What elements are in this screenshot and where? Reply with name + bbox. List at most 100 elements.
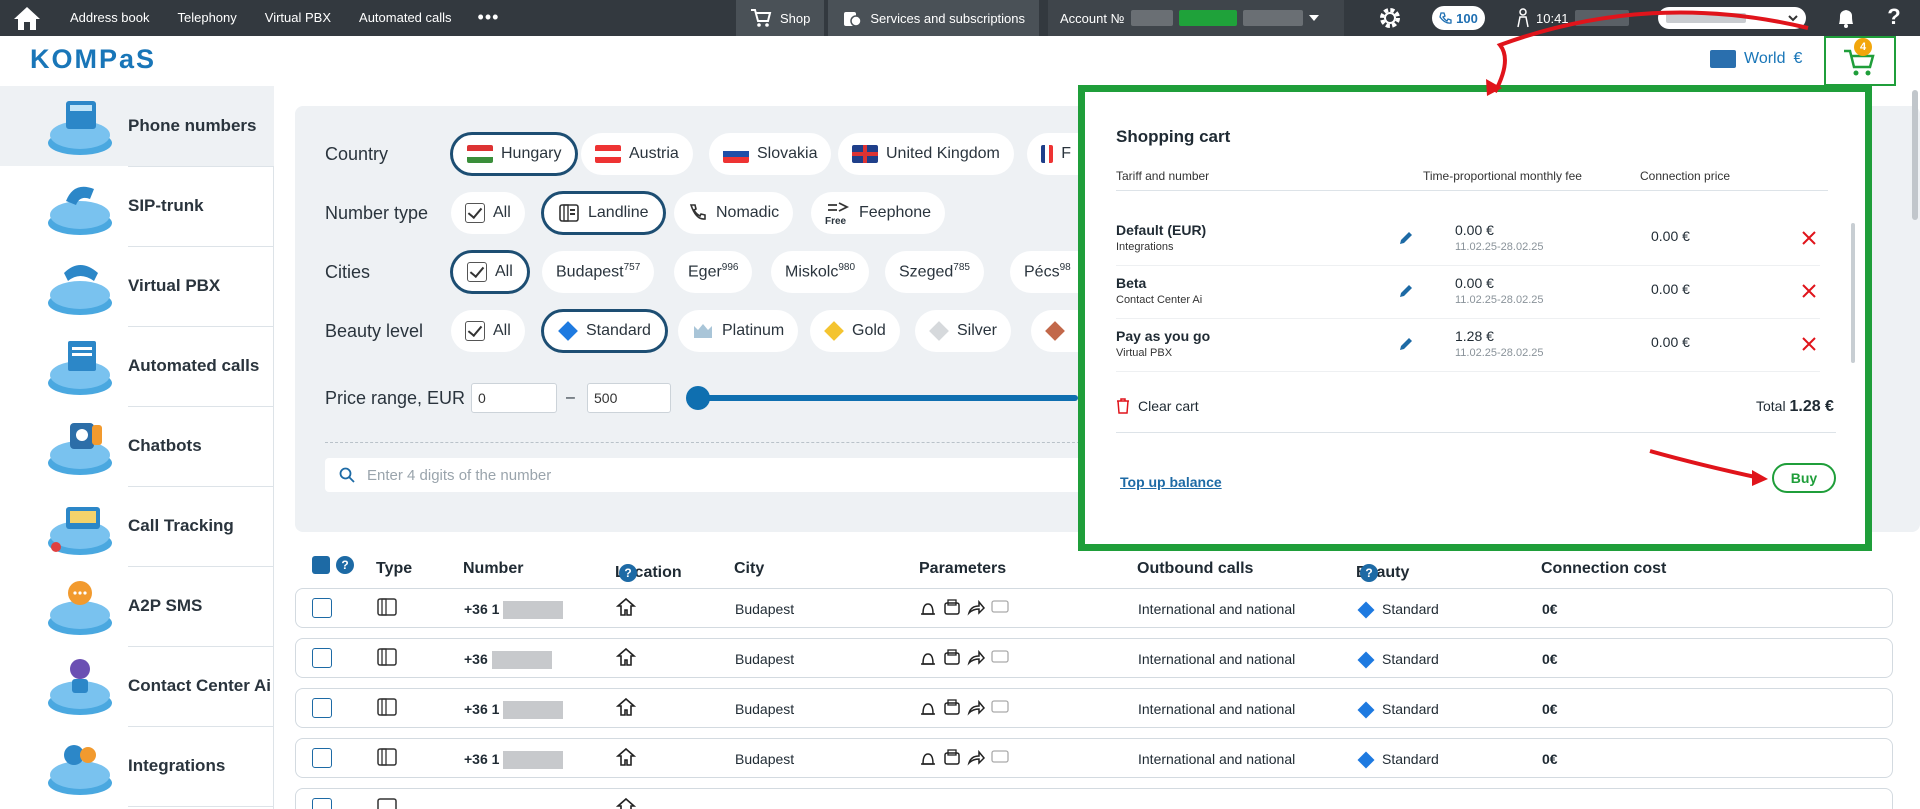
sidebar-item-phone-numbers[interactable]: Phone numbers (0, 86, 274, 166)
sidebar-item-integrations[interactable]: Integrations (0, 726, 274, 806)
city-pecs[interactable]: Pécs98 (1010, 251, 1085, 293)
select-all-checkbox[interactable] (312, 556, 330, 574)
row-checkbox[interactable] (312, 598, 332, 618)
city-budapest[interactable]: Budapest757 (542, 251, 655, 293)
row-beauty-label: Standard (1382, 601, 1439, 617)
price-min-input[interactable] (471, 383, 557, 413)
cart-col-connection: Connection price (1640, 169, 1731, 183)
help-icon[interactable]: ? (336, 556, 354, 574)
edit-icon[interactable] (1398, 336, 1414, 352)
number-search[interactable] (325, 458, 1085, 492)
table-row[interactable]: +36 1 Budapest International and nationa… (295, 588, 1893, 628)
cart-item-period: 11.02.25-28.02.25 (1455, 294, 1544, 306)
clear-cart-button[interactable]: Clear cart (1116, 398, 1199, 414)
country-austria[interactable]: Austria (581, 133, 693, 175)
home-icon[interactable] (12, 5, 42, 31)
beauty-platinum[interactable]: Platinum (678, 310, 799, 352)
beauty-gold[interactable]: Gold (810, 310, 900, 352)
more-menu-button[interactable]: ••• (466, 0, 512, 36)
city-eger[interactable]: Eger996 (674, 251, 753, 293)
help-icon[interactable]: ? (619, 564, 637, 582)
sidebar-item-a2p-sms[interactable]: A2P SMS (0, 566, 274, 646)
row-checkbox[interactable] (312, 698, 332, 718)
type-nomadic[interactable]: Nomadic (674, 192, 794, 234)
page-scrollbar[interactable] (1912, 90, 1918, 220)
remove-icon[interactable] (1801, 283, 1817, 299)
remove-icon[interactable] (1801, 230, 1817, 246)
type-all[interactable]: All (451, 192, 525, 234)
row-cost: 0€ (1542, 601, 1558, 617)
row-checkbox[interactable] (312, 748, 332, 768)
buy-button[interactable]: Buy (1772, 463, 1836, 493)
services-button[interactable]: Services and subscriptions (828, 0, 1040, 36)
beauty-silver[interactable]: Silver (915, 310, 1012, 352)
top-up-balance-link[interactable]: Top up balance (1120, 474, 1222, 490)
price-max-input[interactable] (587, 383, 671, 413)
type-feephone[interactable]: Free Feephone (811, 192, 946, 234)
help-icon[interactable]: ? (1360, 564, 1378, 582)
sidebar-item-sip-trunk[interactable]: SIP-trunk (0, 166, 274, 246)
sidebar-item-contact-center-ai[interactable]: Contact Center Ai (0, 646, 274, 726)
cart-scrollbar[interactable] (1851, 223, 1855, 363)
call-tracking-icon (48, 507, 112, 555)
price-slider-track[interactable] (698, 395, 1078, 401)
account-selector[interactable]: Account № (1048, 0, 1344, 36)
status-select[interactable] (1658, 7, 1806, 29)
clear-cart-label: Clear cart (1138, 398, 1199, 414)
row-number: +36 1 (464, 701, 564, 720)
nav-automated-calls[interactable]: Automated calls (345, 0, 466, 36)
sidebar-item-call-tracking[interactable]: Call Tracking (0, 486, 274, 566)
row-cost: 0€ (1542, 701, 1558, 717)
city-miskolc[interactable]: Miskolc980 (771, 251, 870, 293)
table-row[interactable] (295, 788, 1893, 809)
sidebar-item-automated-calls[interactable]: Automated calls (0, 326, 274, 406)
city-name: Eger (688, 263, 722, 281)
services-label: Services and subscriptions (870, 10, 1026, 26)
nav-address-book[interactable]: Address book (56, 0, 164, 36)
balance-badge[interactable]: 100 (1432, 6, 1485, 30)
country-slovakia[interactable]: Slovakia (709, 133, 832, 175)
total-value: 1.28 € (1789, 398, 1834, 415)
gear-icon[interactable] (1378, 6, 1402, 30)
nav-virtual-pbx[interactable]: Virtual PBX (251, 0, 345, 36)
bell-icon[interactable] (1834, 6, 1858, 30)
edit-icon[interactable] (1398, 230, 1414, 246)
city-szeged[interactable]: Szeged785 (885, 251, 984, 293)
country-france[interactable]: F (1027, 133, 1085, 175)
edit-icon[interactable] (1398, 283, 1414, 299)
sidebar-label: Virtual PBX (128, 276, 221, 295)
row-parameters (918, 748, 1010, 771)
cart-item: Default (EUR) Integrations 0.00 € 11.02.… (1116, 214, 1820, 266)
shop-group: Shop Services and subscriptions (736, 0, 1040, 36)
beauty-standard[interactable]: Standard (542, 310, 667, 352)
search-input[interactable] (367, 466, 927, 484)
region-selector[interactable]: World € (1710, 50, 1802, 68)
sidebar-item-chatbots[interactable]: Chatbots (0, 406, 274, 486)
diamond-icon (1357, 601, 1375, 619)
shop-button[interactable]: Shop (736, 0, 825, 36)
logo[interactable]: KOMPaS (30, 44, 156, 75)
contact-center-icon (48, 659, 112, 715)
sms-icon (991, 600, 1009, 613)
country-hungary[interactable]: Hungary (451, 133, 578, 175)
country-united-kingdom[interactable]: United Kingdom (838, 133, 1014, 175)
sidebar-item-virtual-pbx[interactable]: Virtual PBX (0, 246, 274, 326)
row-checkbox[interactable] (312, 798, 332, 809)
type-landline[interactable]: Landline (542, 192, 665, 234)
remove-icon[interactable] (1801, 336, 1817, 352)
integrations-icon (48, 745, 112, 795)
table-row[interactable]: +36 1 Budapest International and nationa… (295, 738, 1893, 778)
table-row[interactable]: +36 Budapest International and national … (295, 638, 1893, 678)
nav-telephony[interactable]: Telephony (164, 0, 251, 36)
beauty-label-text: Silver (957, 322, 998, 339)
price-slider-handle[interactable] (686, 386, 710, 410)
help-icon[interactable]: ? (1884, 4, 1904, 32)
row-number: +36 (464, 651, 552, 670)
city-all[interactable]: All (451, 251, 529, 293)
gold-diamond-icon (824, 321, 844, 341)
number-type-filter: Number type All Landline Nomadic Free Fe… (325, 192, 1085, 234)
table-row[interactable]: +36 1 Budapest International and nationa… (295, 688, 1893, 728)
beauty-bronze[interactable] (1031, 310, 1085, 352)
beauty-all[interactable]: All (451, 310, 525, 352)
row-checkbox[interactable] (312, 648, 332, 668)
